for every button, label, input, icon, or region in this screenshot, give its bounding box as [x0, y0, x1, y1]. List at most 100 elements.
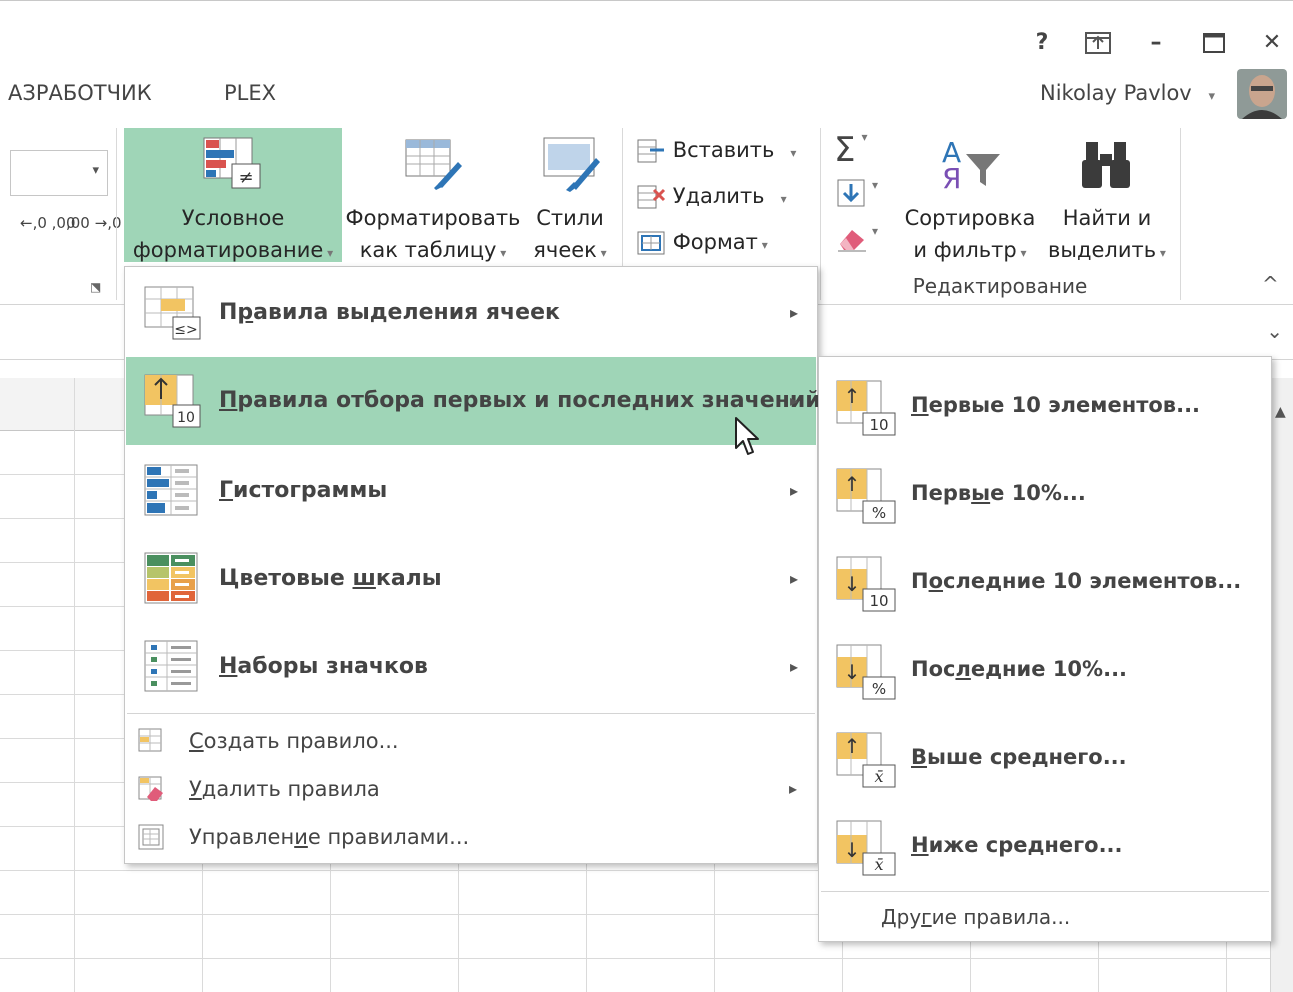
svg-text:10: 10: [177, 410, 195, 426]
submenu-item-label: Первые 10 элементов...: [911, 393, 1201, 417]
format-cells-icon: [637, 231, 665, 255]
vertical-scrollbar[interactable]: ▲: [1270, 378, 1293, 992]
svg-text:↓: ↓: [844, 838, 861, 862]
autosum-button[interactable]: Σ ▾: [834, 130, 894, 170]
find-select-label: Найти и выделить ▾: [1048, 206, 1166, 262]
group-separator: [1180, 128, 1181, 300]
svg-text:↓: ↓: [844, 572, 861, 596]
conditional-formatting-menu: ≤> Правила выделения ячеек ▸ 10 Правила …: [124, 266, 821, 864]
conditional-formatting-label: Условное форматирование ▾: [132, 206, 334, 262]
submenu-item-label: Последние 10%...: [911, 657, 1128, 681]
user-account[interactable]: Nikolay Pavlov ▾: [1040, 81, 1215, 105]
svg-text:%: %: [872, 680, 886, 698]
submenu-item-label: Последние 10 элементов...: [911, 569, 1242, 593]
insert-cells-icon: [637, 139, 664, 163]
submenu-item-more-rules[interactable]: Другие правила...: [819, 895, 1271, 939]
scroll-up-icon[interactable]: ▲: [1275, 404, 1286, 420]
tab-developer[interactable]: АЗРАБОТЧИК: [8, 81, 152, 105]
avatar[interactable]: [1237, 69, 1287, 119]
submenu-arrow-icon: ▸: [789, 391, 798, 410]
menu-item-new-rule[interactable]: Создать правило...: [125, 717, 815, 765]
decrease-decimal-button[interactable]: ,00 →,0: [66, 214, 122, 232]
new-rule-icon: [138, 728, 162, 752]
menu-item-icon-sets[interactable]: Наборы значков ▸: [126, 623, 816, 711]
svg-text:↓: ↓: [844, 660, 861, 684]
number-format-dropdown[interactable]: ▾: [10, 150, 108, 196]
maximize-icon[interactable]: [1196, 25, 1232, 61]
submenu-item-bottom-10-percent[interactable]: ↓ % Последние 10%...: [819, 625, 1271, 713]
group-separator: [116, 128, 117, 300]
svg-text:10: 10: [869, 416, 888, 434]
menu-item-label: Правила выделения ячеек: [219, 300, 560, 325]
conditional-formatting-icon: ≠: [203, 137, 261, 189]
menu-item-label: Гистограммы: [219, 478, 388, 503]
find-select-button[interactable]: Найти и выделить ▾: [1044, 128, 1170, 262]
svg-text:≠: ≠: [238, 167, 253, 188]
below-average-icon: ↓ x̄: [836, 820, 896, 876]
submenu-item-top-10-items[interactable]: ↑ 10 Первые 10 элементов...: [819, 361, 1271, 449]
submenu-item-below-average[interactable]: ↓ x̄ Ниже среднего...: [819, 801, 1271, 889]
close-icon[interactable]: ✕: [1254, 25, 1290, 61]
menu-item-manage-rules[interactable]: Управление правилами...: [125, 813, 815, 861]
submenu-item-above-average[interactable]: ↑ x̄ Выше среднего...: [819, 713, 1271, 801]
submenu-item-label: Ниже среднего...: [911, 833, 1123, 857]
conditional-formatting-button[interactable]: ≠ Условное форматирование ▾: [124, 128, 342, 262]
submenu-item-label: Другие правила...: [881, 905, 1071, 929]
svg-text:x̄: x̄: [874, 855, 883, 874]
help-icon[interactable]: ?: [1024, 25, 1060, 61]
submenu-divider: [821, 891, 1269, 892]
dialog-launcher-icon[interactable]: ⬔: [90, 280, 101, 294]
submenu-arrow-icon: ▸: [789, 569, 798, 588]
insert-button[interactable]: Вставить ▾: [636, 132, 812, 168]
svg-text:Я: Я: [942, 162, 961, 192]
sort-filter-button[interactable]: А Я Сортировка и фильтр ▾: [900, 128, 1040, 262]
menu-item-highlight-cells-rules[interactable]: ≤> Правила выделения ячеек ▸: [126, 269, 816, 357]
minimize-icon[interactable]: –: [1138, 25, 1174, 61]
chevron-down-icon: ▾: [92, 163, 99, 178]
eraser-icon: [838, 230, 866, 252]
submenu-arrow-icon: ▸: [789, 481, 798, 500]
menu-item-top-bottom-rules[interactable]: 10 Правила отбора первых и последних зна…: [126, 357, 821, 445]
top-10-items-icon: ↑ 10: [836, 380, 896, 436]
fill-button[interactable]: ▾: [836, 178, 896, 214]
delete-button[interactable]: Удалить ▾: [636, 178, 812, 214]
clear-rules-icon: [138, 776, 163, 801]
top-bottom-rules-submenu: ↑ 10 Первые 10 элементов... ↑ % Первые 1…: [818, 356, 1272, 942]
insert-label: Вставить: [672, 138, 775, 162]
delete-label: Удалить: [672, 184, 765, 208]
fill-down-icon: [837, 179, 865, 207]
svg-text:↑: ↑: [844, 734, 861, 758]
menu-item-label: Управление правилами...: [189, 825, 470, 849]
svg-text:≤>: ≤>: [174, 322, 197, 338]
ribbon-display-options-icon[interactable]: [1080, 25, 1116, 61]
cell-styles-icon: [543, 137, 600, 192]
format-as-table-icon: [405, 139, 462, 190]
format-as-table-button[interactable]: Форматировать как таблицу ▾: [344, 128, 522, 262]
sort-filter-label: Сортировка и фильтр ▾: [904, 206, 1036, 262]
expand-formula-bar-icon[interactable]: ⌄: [1266, 319, 1283, 343]
menu-divider: [127, 713, 815, 714]
menu-item-clear-rules[interactable]: Удалить правила ▸: [125, 765, 815, 813]
cell-styles-button[interactable]: Стили ячеек ▾: [524, 128, 616, 262]
cell-styles-label: Стили ячеек ▾: [533, 206, 607, 262]
menu-item-data-bars[interactable]: Гистограммы ▸: [126, 447, 816, 535]
menu-item-color-scales[interactable]: Цветовые шкалы ▸: [126, 535, 816, 623]
submenu-item-bottom-10-items[interactable]: ↓ 10 Последние 10 элементов...: [819, 537, 1271, 625]
title-bar: ? – ✕ АЗРАБОТЧИК PLEX Nikolay Pavlov ▾: [0, 0, 1293, 129]
clear-button[interactable]: ▾: [836, 224, 896, 260]
format-button[interactable]: Формат ▾: [636, 224, 812, 260]
svg-text:%: %: [872, 504, 886, 522]
submenu-item-label: Выше среднего...: [911, 745, 1127, 769]
user-name: Nikolay Pavlov: [1040, 81, 1192, 105]
svg-text:10: 10: [869, 592, 888, 610]
collapse-ribbon-icon[interactable]: ^: [1262, 272, 1279, 296]
mouse-cursor-icon: [735, 417, 759, 455]
editing-group-label: Редактирование: [912, 274, 1088, 298]
delete-cells-icon: [637, 185, 666, 209]
format-label: Формат: [672, 230, 758, 254]
tab-plex[interactable]: PLEX: [224, 81, 276, 105]
submenu-item-top-10-percent[interactable]: ↑ % Первые 10%...: [819, 449, 1271, 537]
highlight-cells-rules-icon: ≤>: [144, 286, 201, 340]
submenu-arrow-icon: ▸: [788, 779, 797, 798]
format-as-table-label: Форматировать как таблицу ▾: [345, 206, 521, 262]
